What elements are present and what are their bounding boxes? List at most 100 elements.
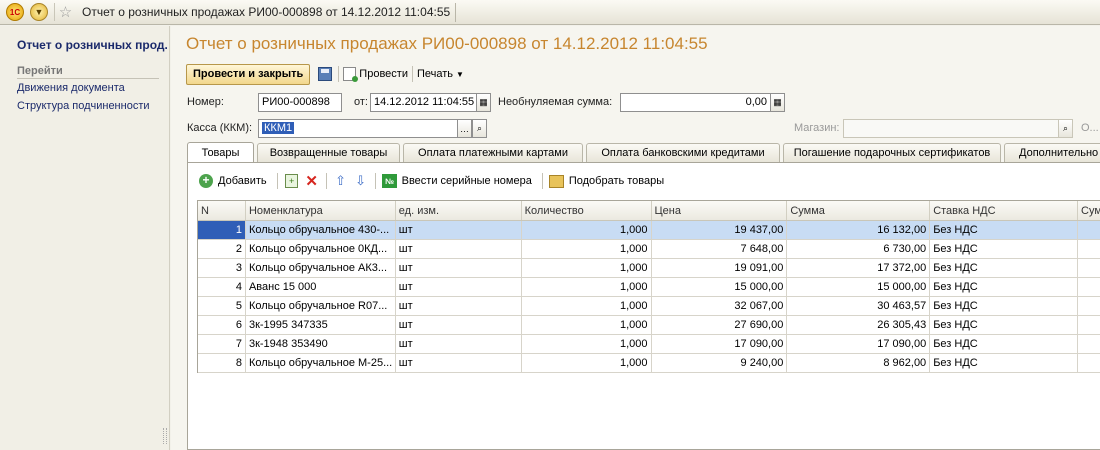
tab-returned-goods[interactable]: Возвращенные товары bbox=[257, 143, 400, 162]
cell-sum[interactable]: 26 305,43 bbox=[787, 316, 931, 334]
cell-quantity[interactable]: 1,000 bbox=[522, 297, 652, 315]
store-search-icon[interactable]: ⌕ bbox=[1058, 119, 1073, 138]
store-field[interactable] bbox=[843, 119, 1059, 138]
table-row[interactable]: 1 Кольцо обручальное 430-... шт 1,000 19 437… bbox=[198, 221, 1100, 240]
save-icon[interactable] bbox=[316, 65, 334, 83]
cell-sum[interactable]: 15 000,00 bbox=[787, 278, 931, 296]
cell-quantity[interactable]: 1,000 bbox=[522, 278, 652, 296]
cell-vat-sum[interactable] bbox=[1078, 259, 1100, 277]
sidebar-link-document-movements[interactable]: Движения документа bbox=[17, 82, 125, 94]
cell-quantity[interactable]: 1,000 bbox=[522, 259, 652, 277]
cell-vat-rate[interactable]: Без НДС bbox=[930, 240, 1079, 258]
sidebar-resize-handle[interactable] bbox=[163, 428, 167, 444]
cell-item-name[interactable]: 3к-1995 347335 bbox=[246, 316, 396, 334]
table-row[interactable]: 6 3к-1995 347335 шт 1,000 27 690,00 26 305,43… bbox=[198, 316, 1100, 335]
table-row[interactable]: 4 Аванс 15 000 шт 1,000 15 000,00 15 000,00 Бе… bbox=[198, 278, 1100, 297]
cell-row-number[interactable]: 3 bbox=[198, 259, 246, 277]
cell-vat-rate[interactable]: Без НДС bbox=[930, 297, 1079, 315]
table-row[interactable]: 7 3к-1948 353490 шт 1,000 17 090,00 17 090,00… bbox=[198, 335, 1100, 354]
cell-item-name[interactable]: Аванс 15 000 bbox=[246, 278, 396, 296]
add-icon[interactable]: + bbox=[198, 173, 214, 189]
balance-field[interactable]: 0,00 bbox=[620, 93, 771, 112]
calendar-icon[interactable]: ▦ bbox=[476, 93, 491, 112]
cell-item-name[interactable]: 3к-1948 353490 bbox=[246, 335, 396, 353]
cell-row-number[interactable]: 1 bbox=[198, 221, 246, 239]
cell-row-number[interactable]: 4 bbox=[198, 278, 246, 296]
cell-unit[interactable]: шт bbox=[396, 354, 522, 372]
column-header-price[interactable]: Цена bbox=[652, 201, 788, 220]
move-down-icon[interactable]: ⇩ bbox=[353, 173, 369, 189]
kassa-field[interactable]: ККМ1 bbox=[258, 119, 458, 138]
serial-numbers-icon[interactable]: № bbox=[382, 173, 398, 189]
cell-price[interactable]: 15 000,00 bbox=[652, 278, 788, 296]
delete-icon[interactable]: ✕ bbox=[304, 173, 320, 190]
cell-vat-rate[interactable]: Без НДС bbox=[930, 316, 1079, 334]
cell-sum[interactable]: 6 730,00 bbox=[787, 240, 931, 258]
tab-goods[interactable]: Товары bbox=[187, 142, 254, 162]
number-field[interactable]: РИ00-000898 bbox=[258, 93, 342, 112]
tab-card-payments[interactable]: Оплата платежными картами bbox=[403, 143, 583, 162]
cell-price[interactable]: 32 067,00 bbox=[652, 297, 788, 315]
table-row[interactable]: 5 Кольцо обручальное R07... шт 1,000 32 067,… bbox=[198, 297, 1100, 316]
pick-goods-button[interactable]: Подобрать товары bbox=[569, 175, 664, 187]
cell-row-number[interactable]: 8 bbox=[198, 354, 246, 372]
cell-quantity[interactable]: 1,000 bbox=[522, 354, 652, 372]
table-row[interactable]: 8 Кольцо обручальное М-25... шт 1,000 9 240,… bbox=[198, 354, 1100, 373]
cell-unit[interactable]: шт bbox=[396, 297, 522, 315]
cell-item-name[interactable]: Кольцо обручальное АК3... bbox=[246, 259, 396, 277]
copy-row-icon[interactable]: + bbox=[284, 173, 300, 189]
calculator-icon[interactable]: ▦ bbox=[770, 93, 785, 112]
table-row[interactable]: 2 Кольцо обручальное 0КД... шт 1,000 7 648,0… bbox=[198, 240, 1100, 259]
add-button[interactable]: Добавить bbox=[218, 175, 267, 187]
column-header-quantity[interactable]: Количество bbox=[522, 201, 652, 220]
column-header-sum[interactable]: Сумма bbox=[787, 201, 931, 220]
table-row[interactable]: 3 Кольцо обручальное АК3... шт 1,000 19 091,… bbox=[198, 259, 1100, 278]
cell-sum[interactable]: 17 090,00 bbox=[787, 335, 931, 353]
cell-price[interactable]: 17 090,00 bbox=[652, 335, 788, 353]
cell-vat-sum[interactable] bbox=[1078, 297, 1100, 315]
cell-item-name[interactable]: Кольцо обручальное М-25... bbox=[246, 354, 396, 372]
cell-unit[interactable]: шт bbox=[396, 221, 522, 239]
cell-price[interactable]: 9 240,00 bbox=[652, 354, 788, 372]
post-button[interactable]: Провести bbox=[343, 67, 408, 82]
cell-item-name[interactable]: Кольцо обручальное R07... bbox=[246, 297, 396, 315]
column-header-n[interactable]: N bbox=[198, 201, 246, 220]
tab-gift-certificates[interactable]: Погашение подарочных сертификатов bbox=[783, 143, 1001, 162]
cell-vat-rate[interactable]: Без НДС bbox=[930, 278, 1079, 296]
cell-vat-rate[interactable]: Без НДС bbox=[930, 335, 1079, 353]
favorite-star-icon[interactable]: ☆ bbox=[54, 3, 72, 21]
enter-serial-numbers-button[interactable]: Ввести серийные номера bbox=[402, 175, 532, 187]
cell-vat-sum[interactable] bbox=[1078, 316, 1100, 334]
app-logo-icon[interactable]: 1С bbox=[6, 3, 24, 21]
cell-row-number[interactable]: 5 bbox=[198, 297, 246, 315]
cell-vat-sum[interactable] bbox=[1078, 354, 1100, 372]
cell-vat-sum[interactable] bbox=[1078, 278, 1100, 296]
cell-vat-rate[interactable]: Без НДС bbox=[930, 259, 1079, 277]
cell-row-number[interactable]: 7 bbox=[198, 335, 246, 353]
post-and-close-button[interactable]: Провести и закрыть bbox=[186, 63, 311, 85]
cell-vat-rate[interactable]: Без НДС bbox=[930, 221, 1079, 239]
tab-additional[interactable]: Дополнительно bbox=[1004, 143, 1100, 162]
cell-quantity[interactable]: 1,000 bbox=[522, 335, 652, 353]
column-header-unit[interactable]: ед. изм. bbox=[396, 201, 522, 220]
date-field[interactable]: 14.12.2012 11:04:55 bbox=[370, 93, 477, 112]
cell-price[interactable]: 7 648,00 bbox=[652, 240, 788, 258]
cell-quantity[interactable]: 1,000 bbox=[522, 221, 652, 239]
tab-bank-credits[interactable]: Оплата банковскими кредитами bbox=[586, 143, 780, 162]
cell-row-number[interactable]: 6 bbox=[198, 316, 246, 334]
cell-unit[interactable]: шт bbox=[396, 259, 522, 277]
kassa-select-button[interactable]: … bbox=[457, 119, 472, 138]
sidebar-link-structure[interactable]: Структура подчиненности bbox=[17, 100, 150, 112]
column-header-vat-rate[interactable]: Ставка НДС bbox=[930, 201, 1079, 220]
main-menu-icon[interactable]: ▼ bbox=[30, 3, 48, 21]
print-menu-button[interactable]: Печать ▼ bbox=[417, 68, 464, 80]
cell-vat-sum[interactable] bbox=[1078, 335, 1100, 353]
pick-goods-icon[interactable] bbox=[549, 173, 565, 189]
move-up-icon[interactable]: ⇧ bbox=[333, 173, 349, 189]
cell-unit[interactable]: шт bbox=[396, 240, 522, 258]
cell-sum[interactable]: 17 372,00 bbox=[787, 259, 931, 277]
cell-row-number[interactable]: 2 bbox=[198, 240, 246, 258]
column-header-vat-sum[interactable]: Сумм bbox=[1078, 201, 1100, 220]
cell-item-name[interactable]: Кольцо обручальное 0КД... bbox=[246, 240, 396, 258]
sidebar-title[interactable]: Отчет о розничных прод... bbox=[17, 38, 167, 52]
